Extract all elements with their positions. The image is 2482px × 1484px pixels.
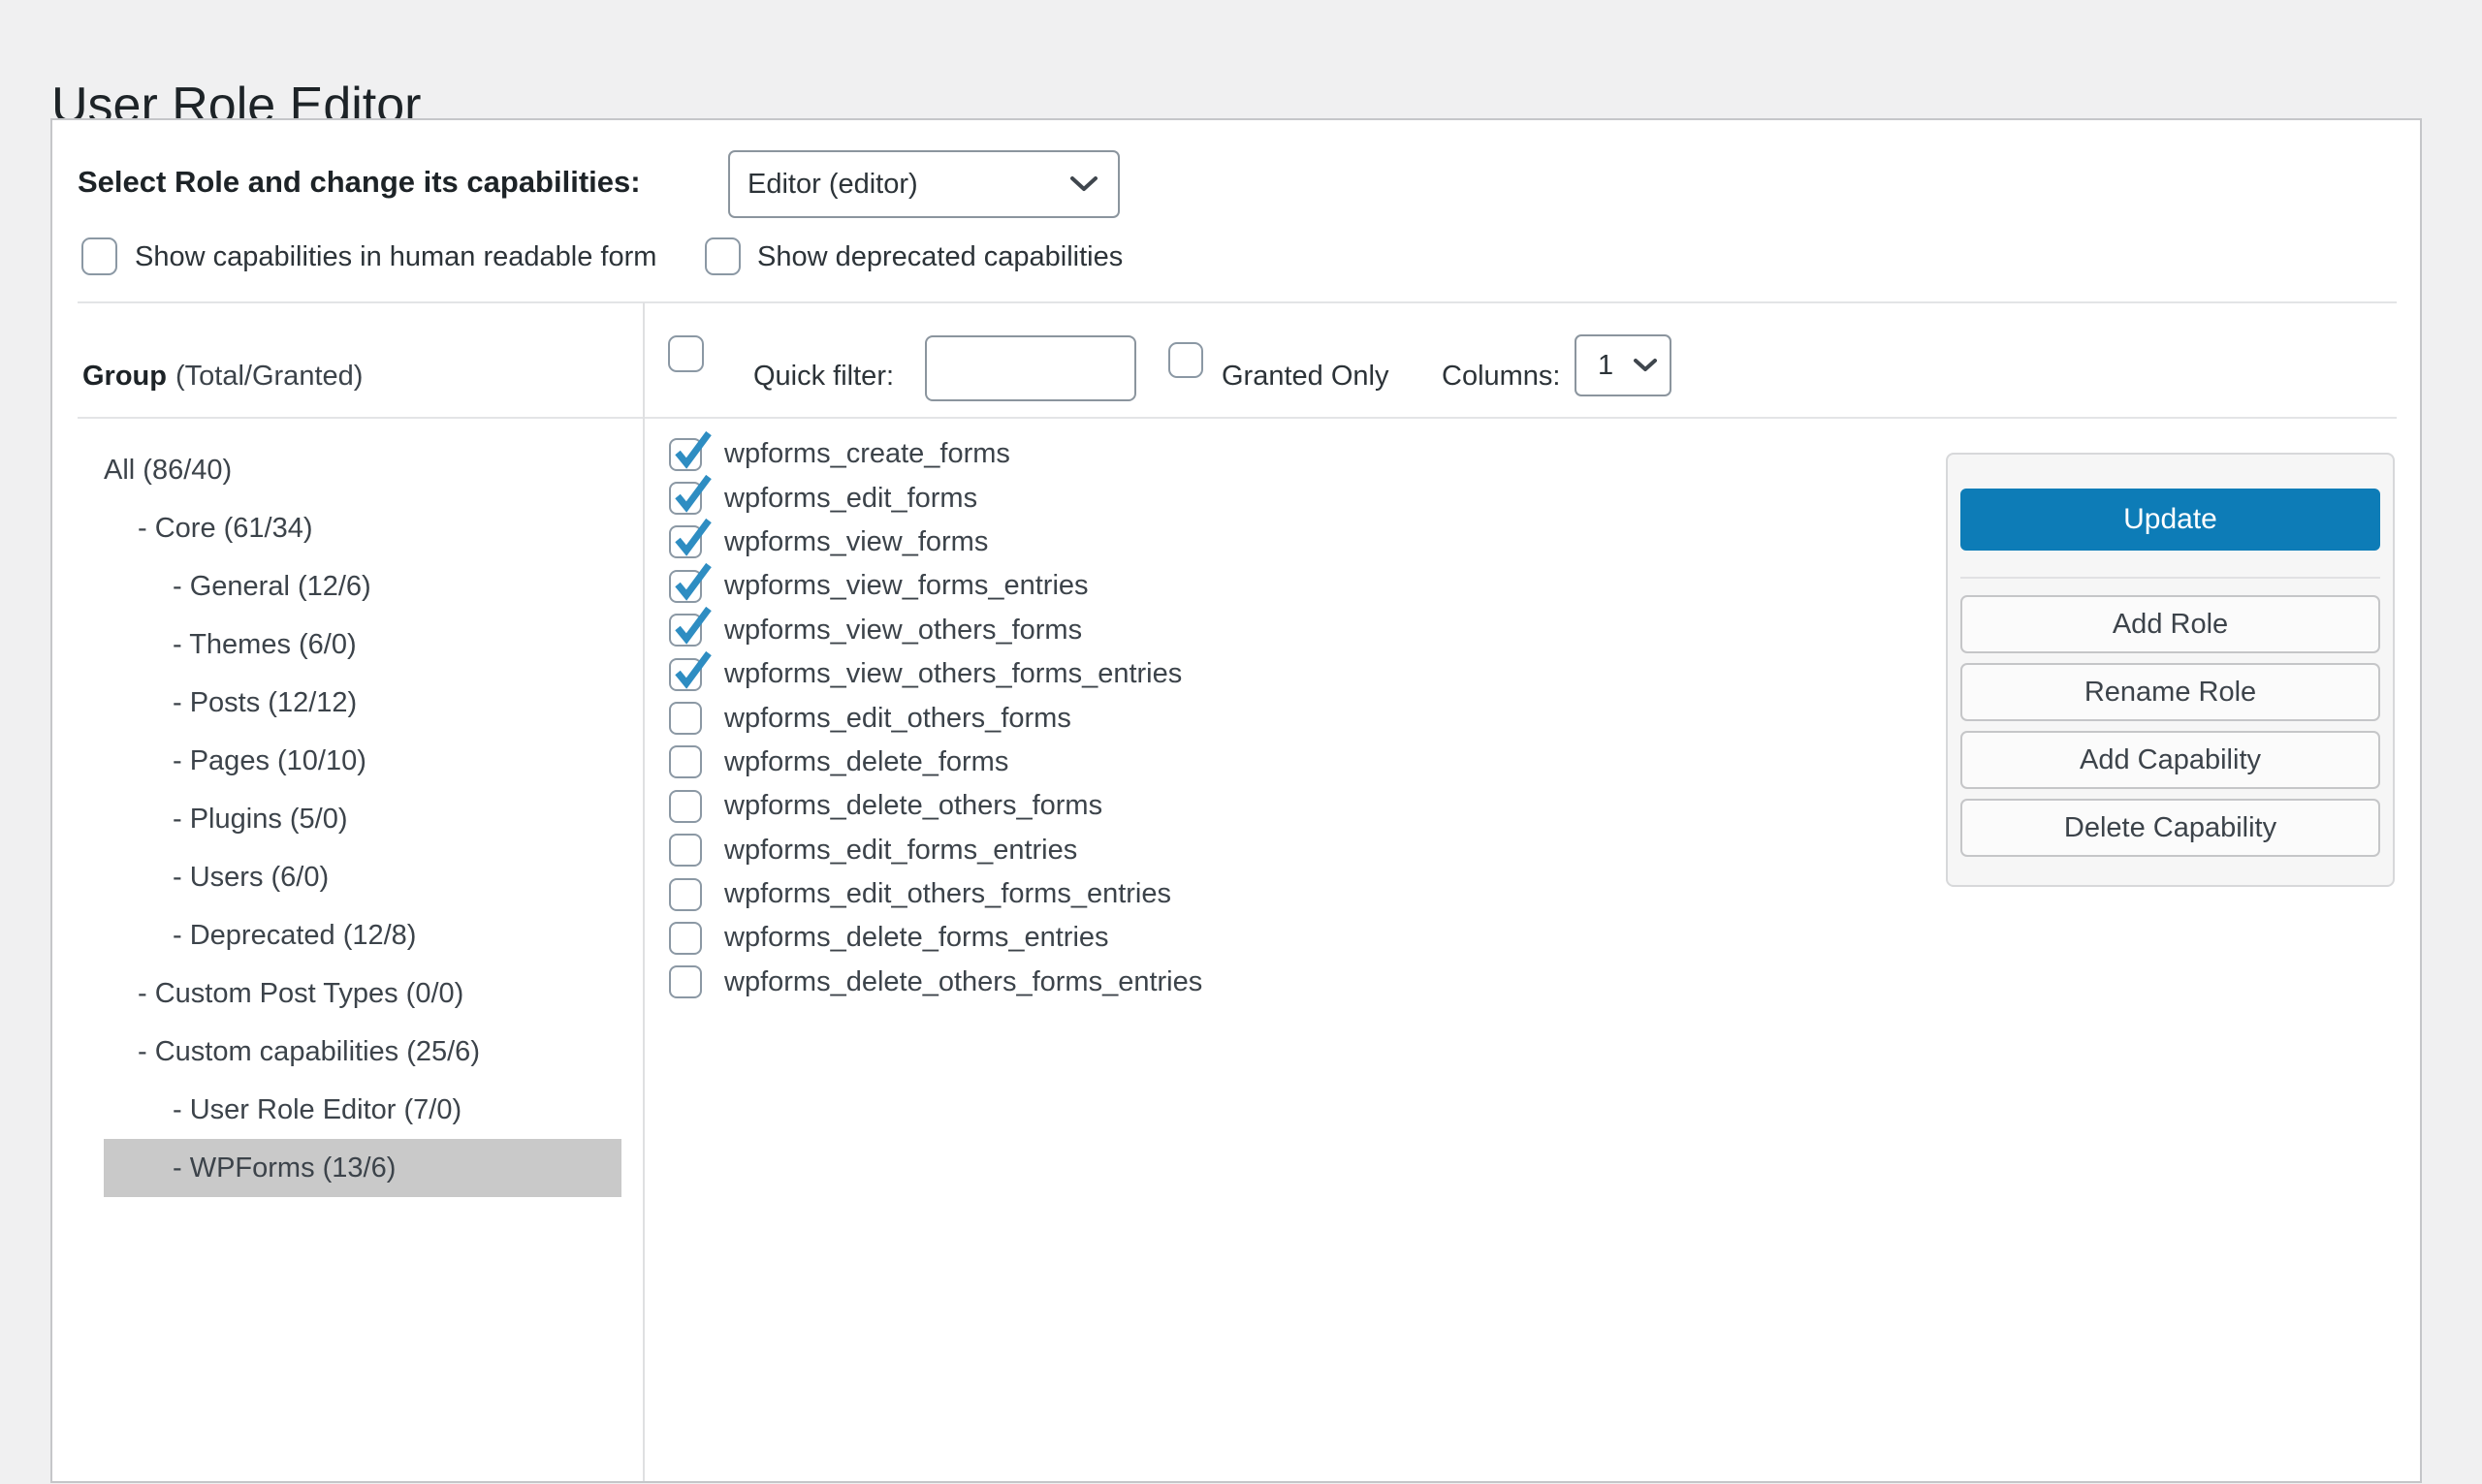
capability-checkbox[interactable] <box>669 965 702 998</box>
capability-name: wpforms_delete_others_forms <box>724 790 1102 822</box>
group-item[interactable]: - Pages (10/10) <box>104 732 621 790</box>
show-deprecated-label: Show deprecated capabilities <box>757 237 1123 276</box>
capability-name: wpforms_view_forms <box>724 526 988 558</box>
group-item[interactable]: - Plugins (5/0) <box>104 790 621 848</box>
capability-checkbox[interactable] <box>669 745 702 778</box>
select-role-label: Select Role and change its capabilities: <box>78 163 641 202</box>
group-item[interactable]: All (86/40) <box>104 441 621 499</box>
rename-role-button[interactable]: Rename Role <box>1960 663 2380 721</box>
add-capability-button[interactable]: Add Capability <box>1960 731 2380 789</box>
chevron-down-icon <box>1069 175 1098 193</box>
capability-checkbox[interactable] <box>669 790 702 823</box>
group-item[interactable]: - Deprecated (12/8) <box>104 906 621 964</box>
capability-row: wpforms_delete_others_forms <box>669 784 1202 828</box>
checkmark-icon <box>668 473 713 518</box>
group-item[interactable]: - Posts (12/12) <box>104 674 621 732</box>
capability-checkbox[interactable] <box>669 878 702 911</box>
columns-label: Columns: <box>1442 357 1561 395</box>
capability-row: wpforms_view_forms <box>669 521 1202 564</box>
group-item[interactable]: - Themes (6/0) <box>104 616 621 674</box>
group-item[interactable]: - User Role Editor (7/0) <box>104 1081 621 1139</box>
capability-row: wpforms_delete_forms <box>669 741 1202 784</box>
capability-name: wpforms_edit_forms <box>724 483 977 515</box>
capability-name: wpforms_view_others_forms <box>724 615 1082 647</box>
capability-checkbox[interactable] <box>669 658 702 691</box>
columns-select-value: 1 <box>1598 350 1613 382</box>
capability-row: wpforms_edit_forms <box>669 476 1202 520</box>
capability-row: wpforms_edit_others_forms <box>669 696 1202 740</box>
group-header-suffix: (Total/Granted) <box>175 361 363 392</box>
actions-panel: Update Add Role Rename Role Add Capability… <box>1946 453 2395 887</box>
granted-only-checkbox[interactable] <box>1168 342 1203 378</box>
columns-select[interactable]: 1 <box>1575 334 1671 396</box>
capability-checkbox[interactable] <box>669 525 702 558</box>
capability-name: wpforms_view_forms_entries <box>724 570 1089 602</box>
capability-name: wpforms_view_others_forms_entries <box>724 658 1182 690</box>
checkmark-icon <box>668 561 713 606</box>
show-human-readable-checkbox[interactable] <box>81 237 117 275</box>
capability-checkbox[interactable] <box>669 614 702 647</box>
group-column-header: Group (Total/Granted) <box>82 357 363 395</box>
chevron-down-icon <box>1633 358 1658 373</box>
capability-name: wpforms_delete_others_forms_entries <box>724 966 1202 998</box>
group-item[interactable]: - WPForms (13/6) <box>104 1139 621 1197</box>
divider <box>78 417 2397 419</box>
divider <box>78 301 2397 303</box>
checkmark-icon <box>668 649 713 694</box>
group-item[interactable]: - Core (61/34) <box>104 499 621 557</box>
capability-row: wpforms_delete_others_forms_entries <box>669 961 1202 1004</box>
divider <box>1960 577 2380 579</box>
capability-checkbox[interactable] <box>669 702 702 735</box>
checkmark-icon <box>668 517 713 561</box>
granted-only-label: Granted Only <box>1222 357 1388 395</box>
role-select[interactable]: Editor (editor) <box>728 150 1120 218</box>
group-header-title: Group <box>82 361 167 392</box>
checkmark-icon <box>668 429 713 474</box>
delete-capability-button[interactable]: Delete Capability <box>1960 799 2380 857</box>
role-select-value: Editor (editor) <box>748 169 918 201</box>
group-item[interactable]: - Custom Post Types (0/0) <box>104 964 621 1023</box>
column-divider <box>643 302 645 1481</box>
capability-name: wpforms_create_forms <box>724 438 1010 470</box>
capability-checkbox[interactable] <box>669 834 702 867</box>
capability-row: wpforms_view_others_forms_entries <box>669 652 1202 696</box>
capability-row: wpforms_view_forms_entries <box>669 564 1202 608</box>
capability-row: wpforms_delete_forms_entries <box>669 916 1202 960</box>
checkmark-icon <box>668 605 713 649</box>
capability-checkbox[interactable] <box>669 570 702 603</box>
group-tree: All (86/40)- Core (61/34)- General (12/6… <box>104 441 621 1197</box>
group-item[interactable]: - General (12/6) <box>104 557 621 616</box>
capability-checkbox[interactable] <box>669 922 702 955</box>
capability-name: wpforms_edit_others_forms_entries <box>724 878 1171 910</box>
capability-name: wpforms_delete_forms <box>724 746 1008 778</box>
group-item[interactable]: - Users (6/0) <box>104 848 621 906</box>
capability-name: wpforms_edit_forms_entries <box>724 835 1077 867</box>
capability-list: wpforms_create_forms wpforms_edit_formswp… <box>669 432 1202 1004</box>
update-button[interactable]: Update <box>1960 489 2380 551</box>
capability-name: wpforms_delete_forms_entries <box>724 922 1109 954</box>
capability-checkbox[interactable] <box>669 438 702 471</box>
quick-filter-input[interactable] <box>925 335 1136 401</box>
user-role-editor-panel: Select Role and change its capabilities:… <box>50 118 2422 1483</box>
capability-name: wpforms_edit_others_forms <box>724 703 1071 735</box>
add-role-button[interactable]: Add Role <box>1960 595 2380 653</box>
capability-checkbox[interactable] <box>669 482 702 515</box>
capability-row: wpforms_edit_others_forms_entries <box>669 872 1202 916</box>
action-buttons: Add Role Rename Role Add Capability Delete … <box>1960 595 2380 857</box>
capability-row: wpforms_create_forms <box>669 432 1202 476</box>
quick-filter-label: Quick filter: <box>753 357 894 395</box>
quick-filter-checkbox[interactable] <box>668 335 704 372</box>
show-human-readable-label: Show capabilities in human readable form <box>135 237 656 276</box>
show-deprecated-checkbox[interactable] <box>705 237 741 275</box>
capability-row: wpforms_edit_forms_entries <box>669 829 1202 872</box>
group-item[interactable]: - Custom capabilities (25/6) <box>104 1023 621 1081</box>
capability-row: wpforms_view_others_forms <box>669 609 1202 652</box>
